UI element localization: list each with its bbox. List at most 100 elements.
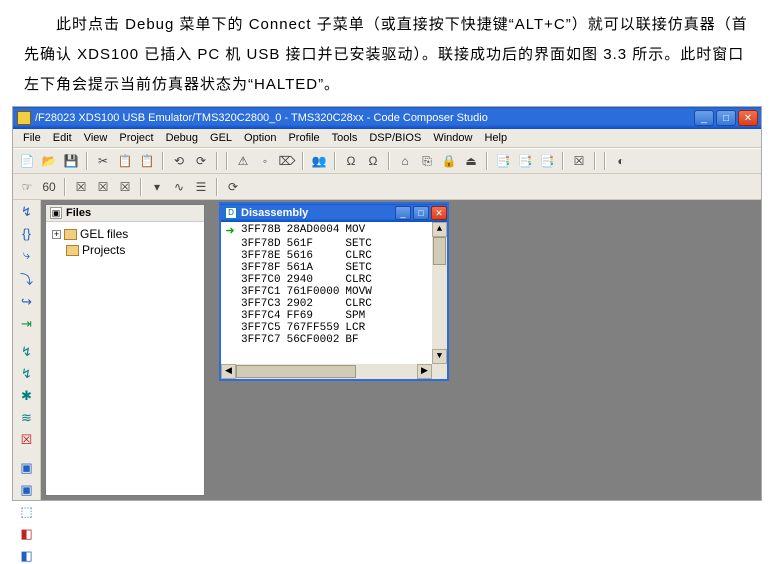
menu-profile[interactable]: Profile (284, 131, 323, 145)
disasm-row[interactable]: 3FF78E5616 CLRC (225, 250, 428, 262)
v-brace-icon[interactable]: {} (17, 226, 37, 241)
v-win2-icon[interactable]: ▣ (17, 482, 37, 498)
vscroll-track[interactable] (432, 237, 447, 349)
v-halt-icon[interactable]: ☒ (17, 432, 37, 448)
v-free-icon[interactable]: ≋ (17, 410, 37, 426)
tb-lock-icon[interactable]: 🔒 (439, 151, 459, 171)
disasm-titlebar[interactable]: D Disassembly _ □ ✕ (221, 204, 447, 222)
tb-mark-icon[interactable]: ⚠ (233, 151, 253, 171)
tb-half-icon[interactable]: ◐ (611, 151, 631, 171)
disasm-row[interactable]: 3FF7C756CF0002BF (225, 334, 428, 346)
v-run1-icon[interactable]: ↯ (17, 344, 37, 360)
v-win1-icon[interactable]: ▣ (17, 460, 37, 476)
disasm-row[interactable]: 3FF7C32902 CLRC (225, 298, 428, 310)
scroll-down-icon[interactable]: ▼ (432, 349, 447, 364)
menu-file[interactable]: File (19, 131, 45, 145)
disasm-row[interactable]: 3FF7C5767FF559LCR (225, 322, 428, 334)
hscroll-track[interactable] (236, 364, 417, 379)
v-run-icon[interactable]: ⇥ (17, 316, 37, 332)
minimize-button[interactable]: _ (694, 110, 714, 126)
menu-dspbios[interactable]: DSP/BIOS (365, 131, 425, 145)
window-title: /F28023 XDS100 USB Emulator/TMS320C2800_… (35, 112, 694, 124)
close-button[interactable]: ✕ (738, 110, 758, 126)
workspace: ↯ {} ⤷ ⤵ ↪ ⇥ ↯ ↯ ✱ ≋ ☒ ▣ ▣ ⬚ ◧ ◧ (13, 200, 761, 500)
v-stepout-icon[interactable]: ↪ (17, 294, 37, 310)
tb-eject-icon[interactable]: ⏏ (461, 151, 481, 171)
tb-redo-icon[interactable]: ⟳ (191, 151, 211, 171)
tb-omega2-icon[interactable]: Ω (363, 151, 383, 171)
tb2-stack-icon[interactable]: ☰ (191, 177, 211, 197)
disasm-maximize-button[interactable]: □ (413, 206, 429, 220)
tb-del-icon[interactable]: ⌦ (277, 151, 297, 171)
maximize-button[interactable]: □ (716, 110, 736, 126)
menu-edit[interactable]: Edit (49, 131, 76, 145)
tb-sep (334, 152, 336, 170)
disasm-row[interactable]: 3FF78F561A SETC (225, 262, 428, 274)
tree-node-gel[interactable]: + GEL files (52, 226, 198, 242)
disassembly-window: D Disassembly _ □ ✕ ➜3FF78B28AD0004MOV 3… (219, 202, 449, 381)
main-titlebar: /F28023 XDS100 USB Emulator/TMS320C2800_… (13, 107, 761, 129)
tb-sep (162, 152, 164, 170)
menu-tools[interactable]: Tools (328, 131, 362, 145)
menu-debug[interactable]: Debug (162, 131, 202, 145)
v-run2-icon[interactable]: ↯ (17, 366, 37, 382)
tb-users-icon[interactable]: 👥 (309, 151, 329, 171)
tb-new-icon[interactable]: 📄 (17, 151, 37, 171)
tree-node-projects[interactable]: Projects (66, 242, 198, 258)
tb2-wave-icon[interactable]: ∿ (169, 177, 189, 197)
tb-paste-icon[interactable]: 📋 (137, 151, 157, 171)
disasm-close-button[interactable]: ✕ (431, 206, 447, 220)
v-mark2-icon[interactable]: ◧ (17, 548, 37, 564)
file-panel-toggle-icon[interactable]: ▣ (50, 207, 62, 219)
tb-omega-icon[interactable]: Ω (341, 151, 361, 171)
tb-home-icon[interactable]: ⌂ (395, 151, 415, 171)
tb-cut-icon[interactable]: ✂ (93, 151, 113, 171)
v-animate-icon[interactable]: ✱ (17, 388, 37, 404)
tb-copy-icon[interactable]: 📋 (115, 151, 135, 171)
v-connect-icon[interactable]: ↯ (17, 204, 37, 220)
tb-stop-icon[interactable]: ☒ (569, 151, 589, 171)
v-stepover-icon[interactable]: ⤵ (17, 269, 37, 288)
tb2-box3-icon[interactable]: ☒ (115, 177, 135, 197)
tb-dot-icon[interactable]: ◦ (255, 151, 275, 171)
v-stepin-icon[interactable]: ⤷ (17, 247, 37, 263)
disasm-row[interactable]: 3FF7C4FF69 SPM (225, 310, 428, 322)
tb-undo-icon[interactable]: ⟲ (169, 151, 189, 171)
v-mark1-icon[interactable]: ◧ (17, 526, 37, 542)
menu-gel[interactable]: GEL (206, 131, 236, 145)
menu-window[interactable]: Window (429, 131, 476, 145)
disasm-row[interactable]: 3FF7C1761F0000MOVW (225, 286, 428, 298)
scroll-left-icon[interactable]: ◀ (221, 364, 236, 379)
tb-sep (140, 178, 142, 196)
tb2-box1-icon[interactable]: ☒ (71, 177, 91, 197)
disasm-row[interactable]: ➜3FF78B28AD0004MOV (225, 224, 428, 238)
tb-page-icon[interactable]: ⎘ (417, 151, 437, 171)
tb2-refresh-icon[interactable]: ⟳ (223, 177, 243, 197)
tb2-60-icon[interactable]: 60 (39, 177, 59, 197)
disasm-row[interactable]: 3FF78D561F SETC (225, 238, 428, 250)
menu-option[interactable]: Option (240, 131, 280, 145)
scroll-right-icon[interactable]: ▶ (417, 364, 432, 379)
tb-pages3-icon[interactable]: 📑 (537, 151, 557, 171)
disasm-hscrollbar[interactable]: ◀ ▶ (221, 364, 432, 379)
vscroll-thumb[interactable] (433, 237, 446, 265)
menu-project[interactable]: Project (115, 131, 157, 145)
tb-save-icon[interactable]: 💾 (61, 151, 81, 171)
v-win3-icon[interactable]: ⬚ (17, 504, 37, 520)
tb-open-icon[interactable]: 📂 (39, 151, 59, 171)
tb2-hand-icon[interactable]: ☞ (17, 177, 37, 197)
menu-view[interactable]: View (80, 131, 112, 145)
tb-pages1-icon[interactable]: 📑 (493, 151, 513, 171)
hscroll-thumb[interactable] (236, 365, 356, 378)
disasm-minimize-button[interactable]: _ (395, 206, 411, 220)
tb2-box2-icon[interactable]: ☒ (93, 177, 113, 197)
scroll-up-icon[interactable]: ▲ (432, 222, 447, 237)
instruction-paragraph: 此时点击 Debug 菜单下的 Connect 子菜单（或直接按下快捷键“ALT… (0, 0, 782, 106)
tb-pages2-icon[interactable]: 📑 (515, 151, 535, 171)
tree-expand-icon[interactable]: + (52, 230, 61, 239)
disasm-row[interactable]: 3FF7C02940 CLRC (225, 274, 428, 286)
menu-help[interactable]: Help (480, 131, 511, 145)
disasm-listing[interactable]: ➜3FF78B28AD0004MOV 3FF78D561F SETC 3FF78… (221, 222, 432, 364)
tb2-tri-icon[interactable]: ▾ (147, 177, 167, 197)
disasm-vscrollbar[interactable]: ▲ ▼ (432, 222, 447, 364)
